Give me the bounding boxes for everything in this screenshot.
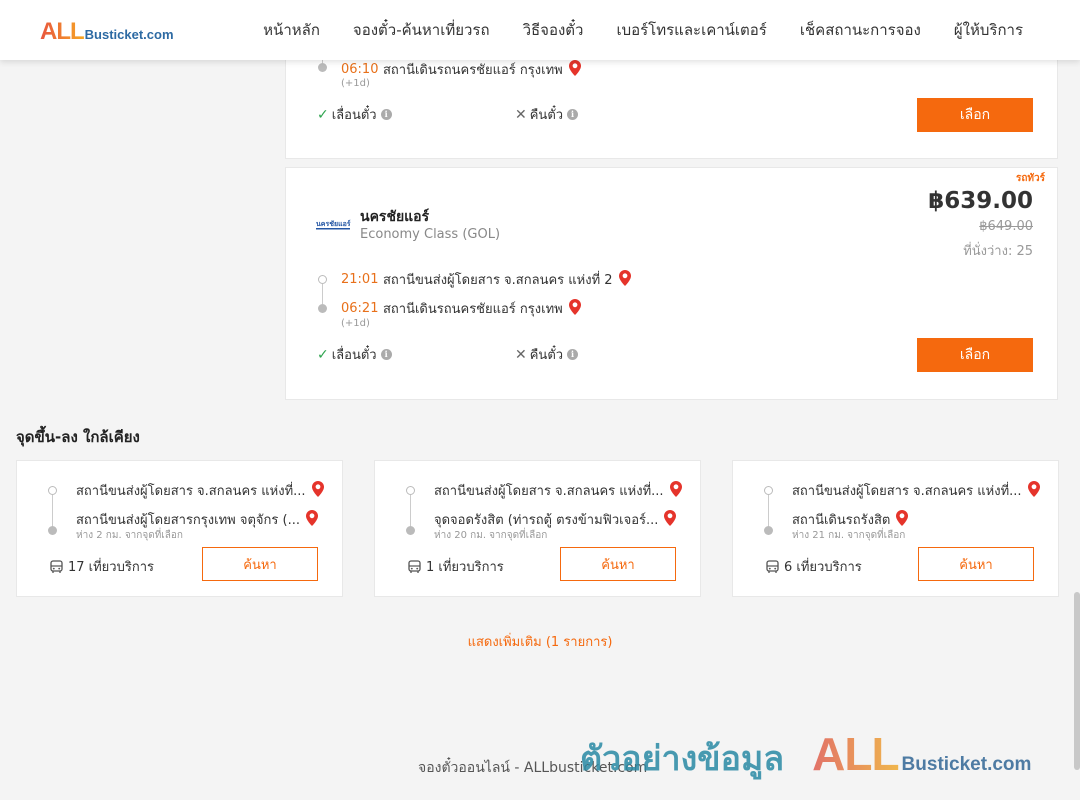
- top-header: ALL Busticket.com หน้าหลัก จองตั๋ว-ค้นหา…: [0, 0, 1080, 60]
- map-pin-icon[interactable]: [664, 509, 677, 530]
- departure-station: สถานีขนส่งผู้โดยสาร จ.สกลนคร แห่งที่ 2: [383, 273, 613, 288]
- nearby-from-station: สถานีขนส่งผู้โดยสาร จ.สกลนคร แห่งที่...: [434, 484, 664, 499]
- watermark-logo-rest: Busticket.com: [901, 754, 1032, 775]
- nearby-section-title: จุดขึ้น-ลง ใกล้เคียง: [16, 428, 140, 446]
- arrival-stop: 06:21 สถานีเดินรถนครชัยแอร์ กรุงเทพ: [341, 298, 581, 319]
- nearby-trip-count: 17 เที่ยวบริการ: [50, 556, 154, 577]
- arrival-station: สถานีเดินรถนครชัยแอร์ กรุงเทพ: [383, 302, 563, 317]
- trip-card: รถทัวร์ นครชัยแอร์ นครชัยแอร์ Economy Cl…: [285, 167, 1058, 400]
- select-trip-button[interactable]: เลือก: [917, 98, 1033, 132]
- map-pin-icon[interactable]: [1027, 480, 1040, 501]
- nearby-card: สถานีขนส่งผู้โดยสาร จ.สกลนคร แห่งที่... …: [732, 460, 1059, 597]
- site-logo[interactable]: ALL Busticket.com: [40, 18, 174, 46]
- reschedule-label: เลื่อนตั๋ว: [331, 348, 377, 363]
- watermark-logo-all: ALL: [812, 728, 899, 780]
- map-pin-icon[interactable]: [305, 509, 318, 530]
- bus-icon: [408, 559, 421, 574]
- nav-operators[interactable]: ผู้ให้บริการ: [954, 18, 1023, 42]
- arrival-time: 06:10: [341, 62, 379, 77]
- nearby-to-station: สถานีเดินรถรังสิต: [792, 513, 891, 528]
- check-icon: ✓: [317, 346, 329, 363]
- original-price: ฿649.00: [979, 219, 1033, 234]
- bus-icon: [50, 559, 63, 574]
- main-nav: หน้าหลัก จองตั๋ว-ค้นหาเที่ยวรถ วิธีจองตั…: [263, 0, 1023, 60]
- nearby-card: สถานีขนส่งผู้โดยสาร จ.สกลนคร แห่งที่... …: [16, 460, 343, 597]
- nearby-search-button[interactable]: ค้นหา: [202, 547, 318, 581]
- logo-busticket: Busticket.com: [84, 27, 174, 42]
- map-pin-icon[interactable]: [669, 480, 682, 501]
- nearby-trip-count: 1 เที่ยวบริการ: [408, 556, 504, 577]
- x-icon: ✕: [515, 106, 527, 123]
- nav-how-to-book[interactable]: วิธีจองตั๋ว: [523, 18, 584, 42]
- show-more-link[interactable]: แสดงเพิ่มเติม (1 รายการ): [468, 635, 613, 650]
- nearby-from: สถานีขนส่งผู้โดยสาร จ.สกลนคร แห่งที่...: [76, 480, 324, 501]
- operator-logo: นครชัยแอร์: [314, 218, 352, 232]
- nearby-card: สถานีขนส่งผู้โดยสาร จ.สกลนคร แห่งที่... …: [374, 460, 701, 597]
- logo-all: ALL: [40, 18, 85, 45]
- map-pin-icon[interactable]: [568, 59, 581, 80]
- watermark-text: ตัวอย่างข้อมูล: [580, 739, 785, 779]
- nearby-search-button[interactable]: ค้นหา: [560, 547, 676, 581]
- ticket-price: ฿639.00: [928, 188, 1033, 214]
- map-pin-icon[interactable]: [618, 269, 631, 290]
- operator-name: นครชัยแอร์: [360, 209, 430, 225]
- nearby-to: สถานีขนส่งผู้โดยสารกรุงเทพ จตุจักร (...: [76, 509, 318, 530]
- sample-watermark: ตัวอย่างข้อมูล ALL Busticket.com: [580, 727, 1031, 785]
- operator-logo-text: นครชัยแอร์: [316, 219, 351, 228]
- nearby-trip-count: 6 เที่ยวบริการ: [766, 556, 862, 577]
- arrival-station: สถานีเดินรถนครชัยแอร์ กรุงเทพ: [383, 63, 563, 78]
- map-pin-icon[interactable]: [568, 298, 581, 319]
- nearby-distance: ห่าง 2 กม. จากจุดที่เลือก: [76, 530, 183, 541]
- bus-class: Economy Class (GOL): [360, 227, 501, 242]
- reschedule-label: เลื่อนตั๋ว: [331, 108, 377, 123]
- nearby-to: จุดจอดรังสิต (ท่ารถตู้ ตรงข้ามฟิวเจอร์..…: [434, 509, 677, 530]
- nearby-distance: ห่าง 20 กม. จากจุดที่เลือก: [434, 530, 548, 541]
- nav-check-booking[interactable]: เช็คสถานะการจอง: [800, 18, 921, 42]
- nav-book-search[interactable]: จองตั๋ว-ค้นหาเที่ยวรถ: [353, 18, 490, 42]
- x-icon: ✕: [515, 346, 527, 363]
- reschedule-feature: ✓ เลื่อนตั๋ว i: [317, 104, 392, 125]
- map-pin-icon[interactable]: [311, 480, 324, 501]
- nearby-from: สถานีขนส่งผู้โดยสาร จ.สกลนคร แห่งที่...: [434, 480, 682, 501]
- nearby-trips-label: 17 เที่ยวบริการ: [68, 560, 154, 575]
- show-more-container: แสดงเพิ่มเติม (1 รายการ): [0, 631, 1080, 652]
- bus-type-badge: รถทัวร์: [1015, 173, 1045, 184]
- next-day-note: (+1d): [341, 78, 370, 89]
- nearby-to: สถานีเดินรถรังสิต: [792, 509, 909, 530]
- bus-icon: [766, 559, 779, 574]
- check-icon: ✓: [317, 106, 329, 123]
- refund-label: คืนตั๋ว: [529, 348, 564, 363]
- arrival-stop: 06:10 สถานีเดินรถนครชัยแอร์ กรุงเทพ: [341, 59, 581, 80]
- refund-feature: ✕ คืนตั๋ว i: [515, 344, 579, 365]
- nearby-distance: ห่าง 21 กม. จากจุดที่เลือก: [792, 530, 906, 541]
- seats-available: ที่นั่งว่าง: 25: [963, 244, 1033, 259]
- info-icon[interactable]: i: [380, 349, 392, 360]
- departure-time: 21:01: [341, 272, 379, 287]
- departure-stop: 21:01 สถานีขนส่งผู้โดยสาร จ.สกลนคร แห่งท…: [341, 269, 631, 290]
- refund-feature: ✕ คืนตั๋ว i: [515, 104, 579, 125]
- info-icon[interactable]: i: [567, 349, 579, 360]
- nearby-from: สถานีขนส่งผู้โดยสาร จ.สกลนคร แห่งที่...: [792, 480, 1040, 501]
- nearby-to-station: จุดจอดรังสิต (ท่ารถตู้ ตรงข้ามฟิวเจอร์..…: [434, 513, 659, 528]
- nearby-search-button[interactable]: ค้นหา: [918, 547, 1034, 581]
- info-icon[interactable]: i: [567, 109, 579, 120]
- info-icon[interactable]: i: [380, 109, 392, 120]
- nearby-trips-label: 6 เที่ยวบริการ: [784, 560, 862, 575]
- arrival-time: 06:21: [341, 301, 379, 316]
- page-scrollbar[interactable]: [1074, 592, 1080, 770]
- map-pin-icon[interactable]: [896, 509, 909, 530]
- select-trip-button[interactable]: เลือก: [917, 338, 1033, 372]
- nearby-from-station: สถานีขนส่งผู้โดยสาร จ.สกลนคร แห่งที่...: [76, 484, 306, 499]
- nearby-to-station: สถานีขนส่งผู้โดยสารกรุงเทพ จตุจักร (...: [76, 513, 300, 528]
- nearby-from-station: สถานีขนส่งผู้โดยสาร จ.สกลนคร แห่งที่...: [792, 484, 1022, 499]
- reschedule-feature: ✓ เลื่อนตั๋ว i: [317, 344, 392, 365]
- refund-label: คืนตั๋ว: [529, 108, 564, 123]
- next-day-note: (+1d): [341, 318, 370, 329]
- nav-home[interactable]: หน้าหลัก: [263, 18, 320, 42]
- nav-phone-counters[interactable]: เบอร์โทรและเคาน์เตอร์: [616, 18, 766, 42]
- nearby-trips-label: 1 เที่ยวบริการ: [426, 560, 504, 575]
